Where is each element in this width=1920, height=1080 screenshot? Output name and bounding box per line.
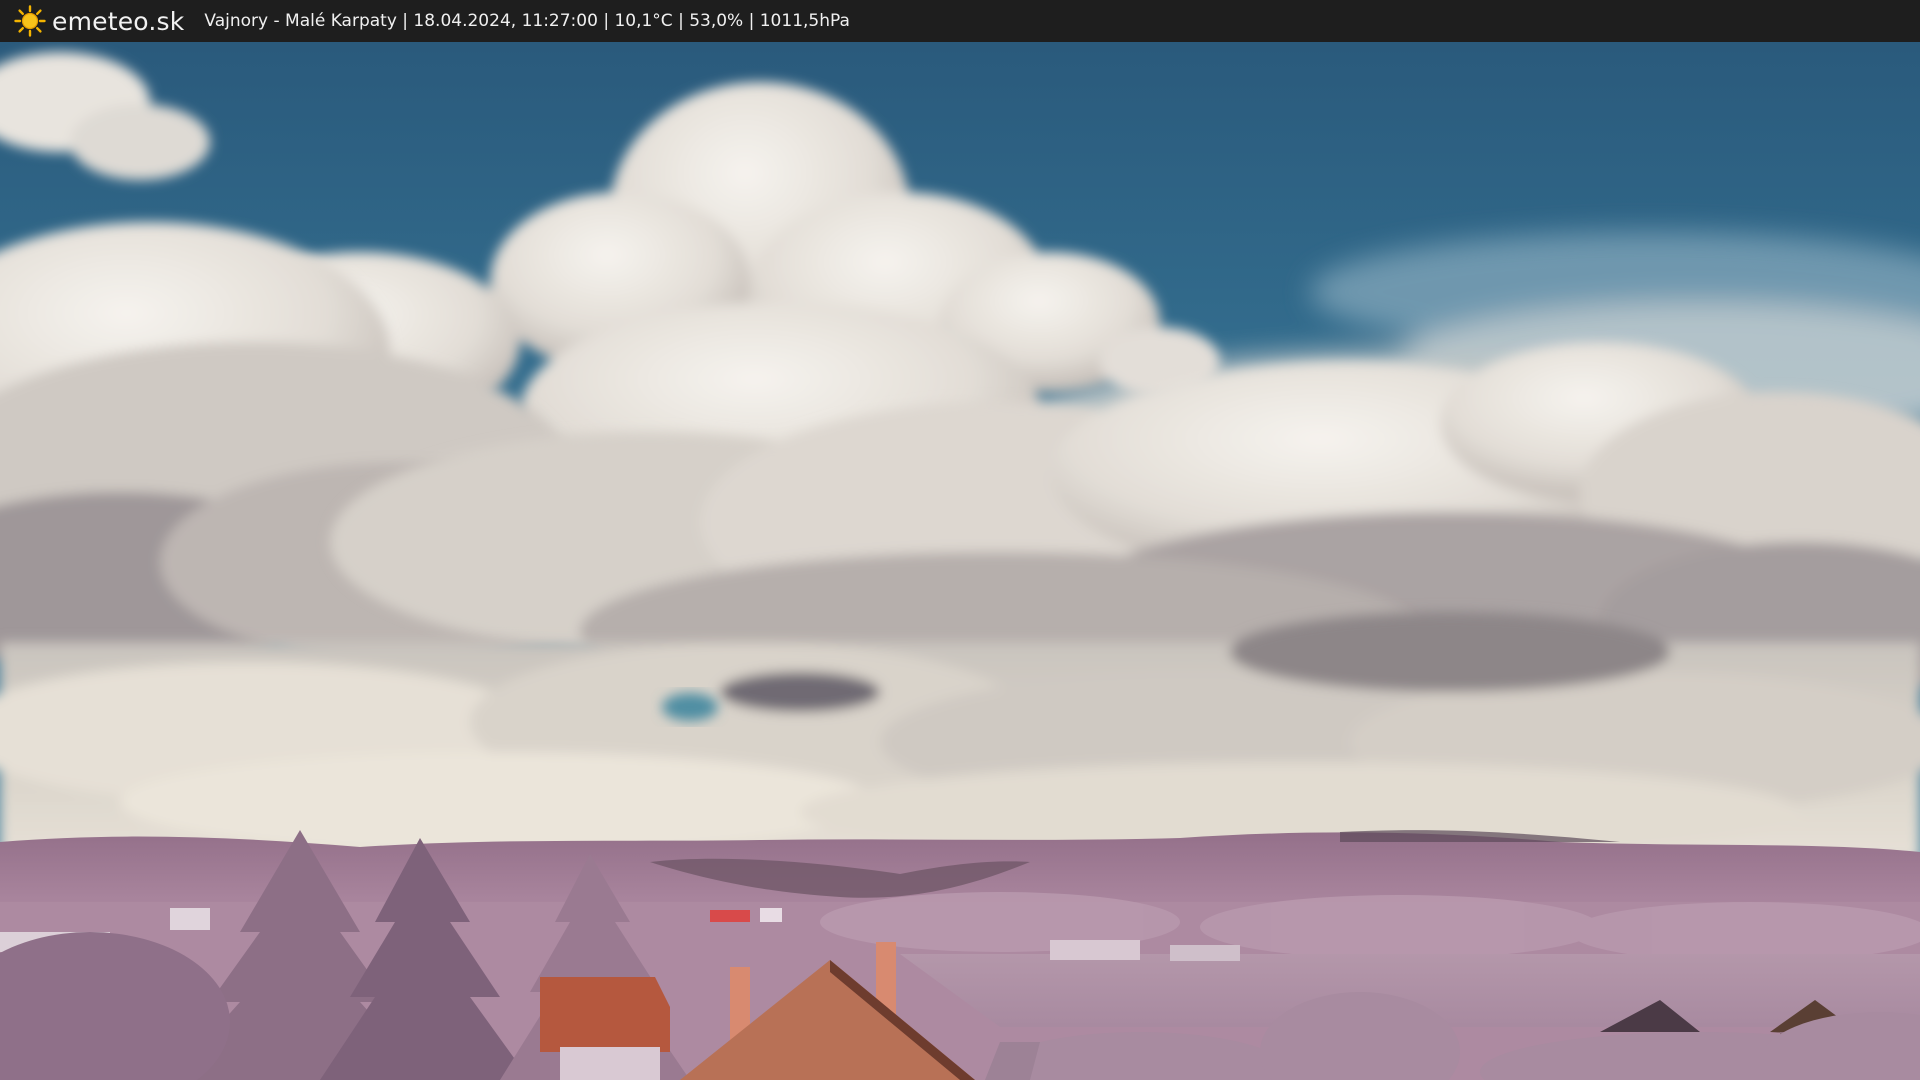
info-bar: emeteo.sk Vajnory - Malé Karpaty | 18.04…	[0, 0, 1920, 42]
weather-status: Vajnory - Malé Karpaty | 18.04.2024, 11:…	[204, 11, 850, 31]
webcam-viewer: emeteo.sk Vajnory - Malé Karpaty | 18.04…	[0, 0, 1920, 1080]
cloud-lower	[0, 612, 1920, 862]
logo[interactable]: emeteo.sk	[14, 0, 184, 42]
webcam-image	[0, 42, 1920, 1080]
sun-icon	[14, 5, 46, 37]
treeline	[820, 892, 1920, 962]
sky-gap	[662, 693, 718, 721]
logo-text: emeteo.sk	[52, 6, 185, 36]
